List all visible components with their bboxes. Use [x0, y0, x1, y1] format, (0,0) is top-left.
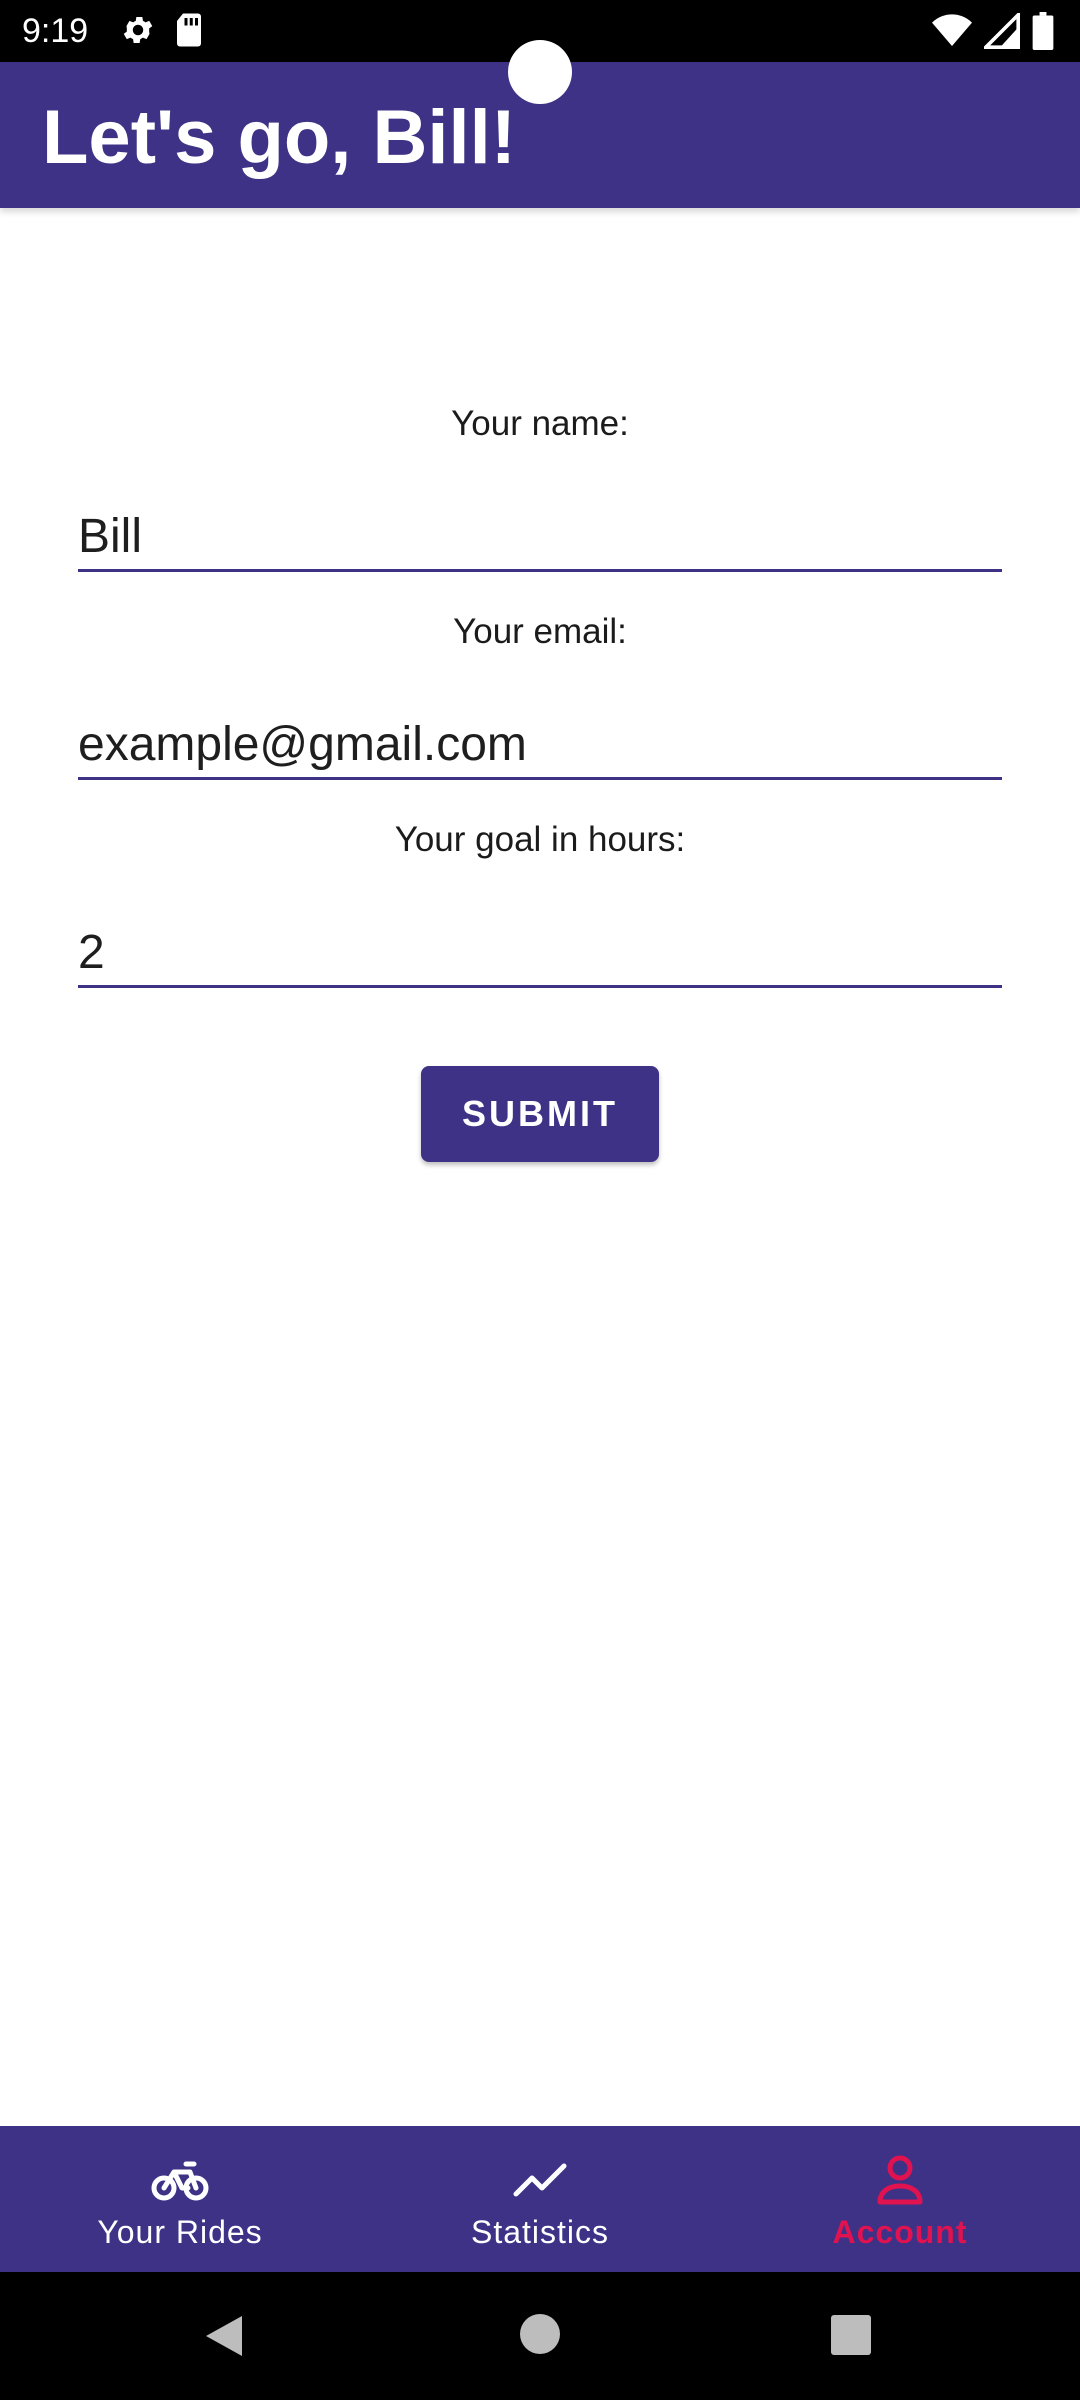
name-field[interactable]: Bill [78, 502, 1002, 572]
goal-hours-field[interactable]: 2 [78, 918, 1002, 988]
back-icon[interactable] [200, 2312, 248, 2360]
nav-label-your-rides: Your Rides [97, 2214, 263, 2250]
bottom-nav: Your Rides Statistics Account [0, 2126, 1080, 2272]
battery-icon [1032, 12, 1054, 50]
status-right-icons [932, 12, 1054, 50]
goal-label: Your goal in hours: [394, 820, 686, 859]
trend-icon [513, 2163, 567, 2197]
nav-label-statistics: Statistics [470, 2214, 610, 2250]
submit-button[interactable]: SUBMIT [421, 1066, 659, 1162]
nav-item-statistics[interactable]: Statistics [360, 2126, 720, 2272]
page-title: Let's go, Bill! [42, 95, 517, 180]
email-label: Your email: [453, 612, 627, 651]
person-icon [877, 2155, 923, 2205]
sd-card-icon [177, 13, 201, 47]
gear-icon [123, 16, 153, 44]
status-time: 9:19 [22, 12, 89, 50]
bike-icon [151, 2161, 209, 2201]
wifi-icon [932, 14, 972, 46]
recents-icon[interactable] [830, 2314, 872, 2356]
nav-item-account[interactable]: Account [720, 2126, 1080, 2272]
home-icon[interactable] [518, 2312, 562, 2356]
email-field[interactable]: example@gmail.com [78, 710, 1002, 780]
status-left-icons [120, 12, 204, 48]
camera-cutout [508, 40, 572, 104]
name-label: Your name: [451, 404, 629, 443]
signal-icon [984, 13, 1020, 49]
system-nav-bar [0, 2272, 1080, 2400]
nav-item-your-rides[interactable]: Your Rides [0, 2126, 360, 2272]
nav-label-account: Account [832, 2214, 968, 2250]
